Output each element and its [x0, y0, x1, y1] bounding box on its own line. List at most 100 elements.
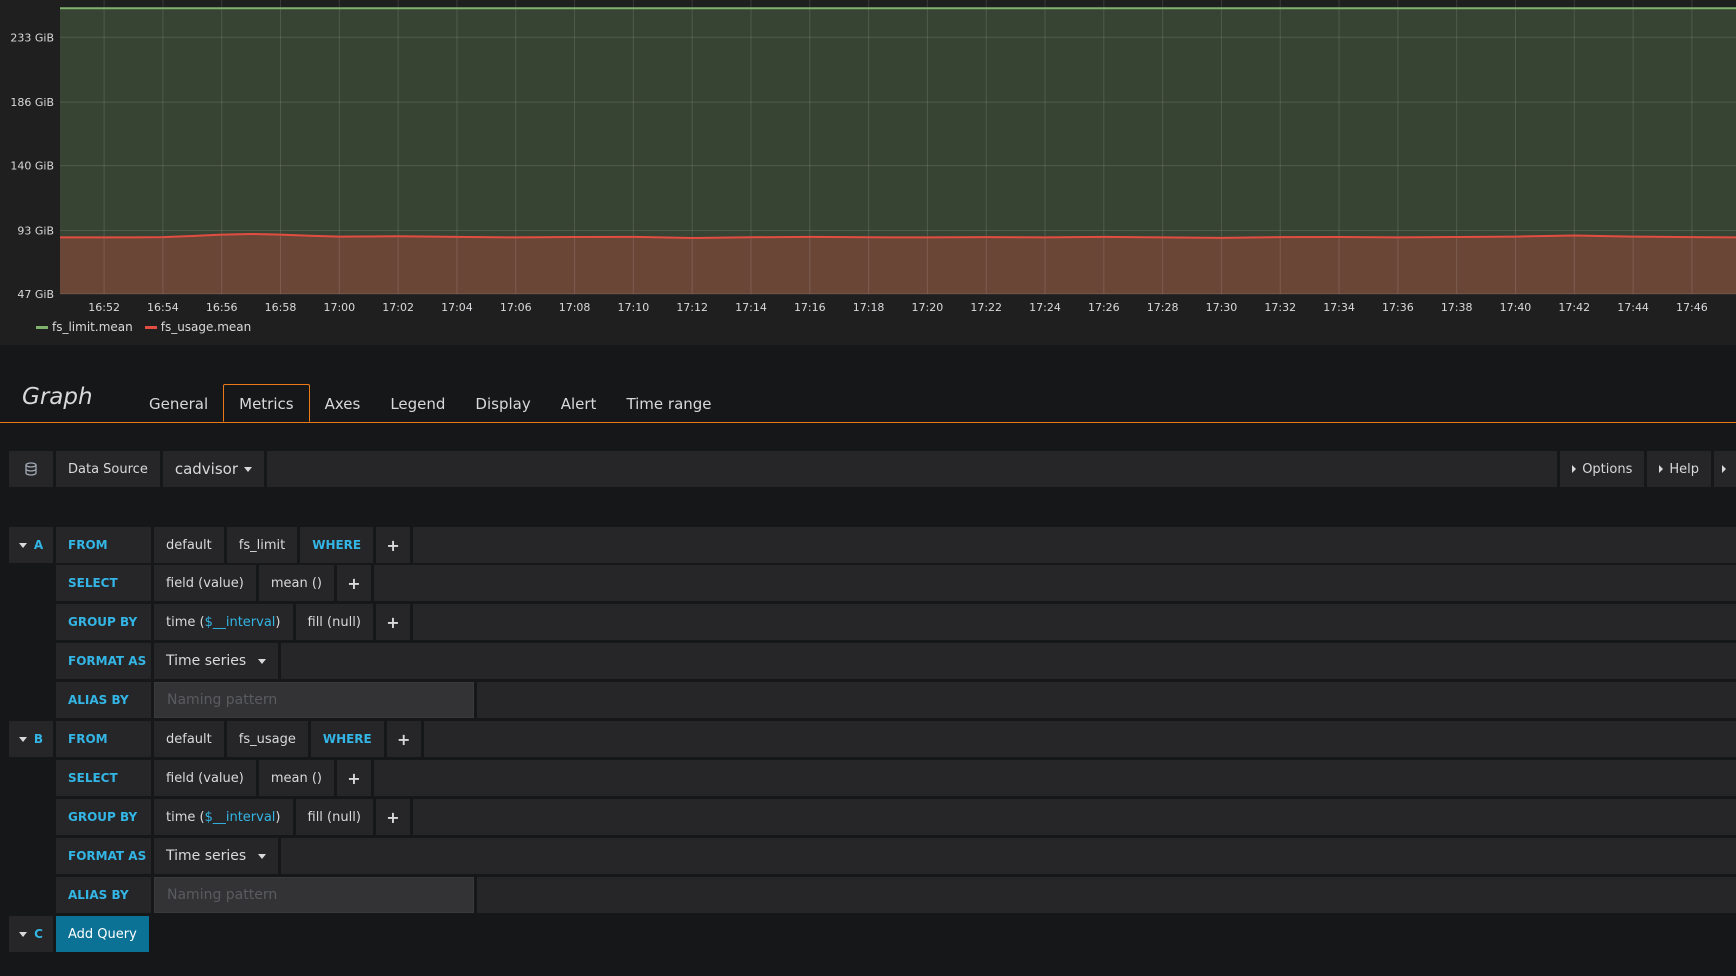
row-indent — [9, 799, 53, 835]
format-value: Time series — [166, 653, 247, 669]
row-filler — [413, 527, 1736, 563]
field-segment[interactable]: field (value) — [154, 565, 256, 601]
row-filler — [412, 799, 1736, 835]
format-value: Time series — [166, 848, 247, 864]
tab-metrics[interactable]: Metrics — [223, 384, 310, 422]
plus-icon[interactable]: + — [337, 565, 371, 601]
aggregation-segment[interactable]: mean () — [258, 565, 334, 601]
group-by-keyword: GROUP BY — [56, 799, 151, 835]
y-tick-label: 186 GiB — [10, 96, 54, 109]
interval-variable: $__interval — [204, 809, 276, 825]
options-button[interactable]: Options — [1560, 451, 1645, 487]
alias-by-keyword: ALIAS BY — [56, 877, 151, 913]
query-letter: A — [33, 538, 44, 552]
legend-label: fs_limit.mean — [52, 320, 133, 334]
x-tick-label: 17:16 — [794, 301, 826, 314]
caret-right-icon — [1659, 465, 1664, 473]
x-tick-label: 16:56 — [206, 301, 238, 314]
fill-segment[interactable]: fill (null) — [295, 604, 373, 640]
alias-input[interactable]: Naming pattern — [154, 877, 474, 913]
row-filler — [423, 721, 1736, 757]
measurement-segment[interactable]: fs_limit — [226, 527, 298, 563]
plus-icon[interactable]: + — [386, 721, 421, 757]
datasource-select[interactable]: cadvisor — [162, 451, 264, 487]
row-indent — [9, 877, 53, 913]
query-a-from-row: A FROM default fs_limit WHERE + — [9, 527, 1736, 563]
query-b-from-row: B FROM default fs_usage WHERE + — [9, 721, 1736, 757]
select-keyword: SELECT — [56, 565, 151, 601]
x-tick-label: 17:42 — [1558, 301, 1590, 314]
plus-icon[interactable]: + — [376, 527, 411, 563]
format-as-keyword: FORMAT AS — [56, 643, 151, 679]
more-button[interactable] — [1714, 451, 1736, 487]
plus-icon[interactable]: + — [375, 604, 410, 640]
x-tick-label: 16:58 — [265, 301, 297, 314]
plus-icon[interactable]: + — [337, 760, 371, 796]
y-tick-label: 233 GiB — [10, 31, 54, 44]
datasource-row: Data Source cadvisor Options Help — [9, 451, 1736, 487]
tab-display[interactable]: Display — [460, 385, 545, 421]
caret-down-icon — [258, 658, 267, 664]
alias-input[interactable]: Naming pattern — [154, 682, 474, 718]
format-select[interactable]: Time series — [154, 643, 279, 679]
where-keyword: WHERE — [300, 527, 374, 563]
format-select[interactable]: Time series — [154, 838, 279, 874]
time-segment[interactable]: time ($__interval) — [154, 604, 293, 640]
query-a-toggle[interactable]: A — [9, 527, 53, 563]
legend-swatch — [36, 325, 48, 329]
datasource-filler — [267, 451, 1558, 487]
row-indent — [9, 604, 53, 640]
legend-item-fs-usage[interactable]: fs_usage.mean — [144, 320, 251, 334]
query-a-select-row: SELECT field (value) mean () + — [9, 565, 1736, 601]
time-segment[interactable]: time ($__interval) — [154, 799, 293, 835]
panel-editor-header: Graph General Metrics Axes Legend Displa… — [0, 372, 1736, 423]
row-indent — [9, 643, 53, 679]
query-a-format-row: FORMAT AS Time series — [9, 643, 1736, 679]
measurement-segment[interactable]: fs_usage — [226, 721, 308, 757]
x-tick-label: 17:12 — [676, 301, 708, 314]
policy-segment[interactable]: default — [154, 721, 224, 757]
x-tick-label: 17:38 — [1441, 301, 1473, 314]
add-query-button[interactable]: Add Query — [56, 916, 149, 952]
tab-alert[interactable]: Alert — [546, 385, 612, 421]
tab-axes[interactable]: Axes — [310, 385, 376, 421]
query-b-toggle[interactable]: B — [9, 721, 53, 757]
row-indent — [9, 838, 53, 874]
legend-item-fs-limit[interactable]: fs_limit.mean — [36, 320, 133, 334]
query-b-format-row: FORMAT AS Time series — [9, 838, 1736, 874]
x-tick-label: 17:22 — [970, 301, 1002, 314]
time-suffix: ) — [275, 809, 281, 825]
x-tick-label: 17:02 — [382, 301, 414, 314]
policy-segment[interactable]: default — [154, 527, 224, 563]
time-prefix: time ( — [166, 809, 205, 825]
x-tick-label: 17:40 — [1500, 301, 1532, 314]
field-segment[interactable]: field (value) — [154, 760, 256, 796]
x-tick-label: 17:18 — [853, 301, 885, 314]
plus-icon[interactable]: + — [375, 799, 410, 835]
chart-legend: fs_limit.mean fs_usage.mean — [36, 320, 251, 334]
row-filler — [477, 877, 1736, 913]
fill-segment[interactable]: fill (null) — [295, 799, 373, 835]
x-tick-label: 17:00 — [323, 301, 355, 314]
database-icon — [9, 451, 53, 487]
timeseries-chart[interactable]: 47 GiB 93 GiB 140 GiB 186 GiB 233 GiB 16:52 16… — [0, 0, 1736, 345]
y-tick-label: 140 GiB — [10, 160, 54, 173]
x-tick-label: 17:36 — [1382, 301, 1414, 314]
help-button[interactable]: Help — [1647, 451, 1711, 487]
tab-time-range[interactable]: Time range — [611, 385, 726, 421]
aggregation-segment[interactable]: mean () — [258, 760, 334, 796]
from-keyword: FROM — [56, 527, 151, 563]
x-tick-label: 17:26 — [1088, 301, 1120, 314]
caret-down-icon — [18, 736, 27, 742]
format-as-keyword: FORMAT AS — [56, 838, 151, 874]
query-c-toggle[interactable]: C — [9, 916, 53, 952]
row-indent — [9, 682, 53, 718]
query-a-groupby-row: GROUP BY time ($__interval) fill (null) … — [9, 604, 1736, 640]
x-tick-label: 17:28 — [1147, 301, 1179, 314]
row-filler — [412, 604, 1736, 640]
row-indent — [9, 565, 53, 601]
tab-general[interactable]: General — [134, 385, 223, 421]
row-filler — [281, 838, 1736, 874]
tab-legend[interactable]: Legend — [375, 385, 460, 421]
x-tick-label: 17:20 — [912, 301, 944, 314]
